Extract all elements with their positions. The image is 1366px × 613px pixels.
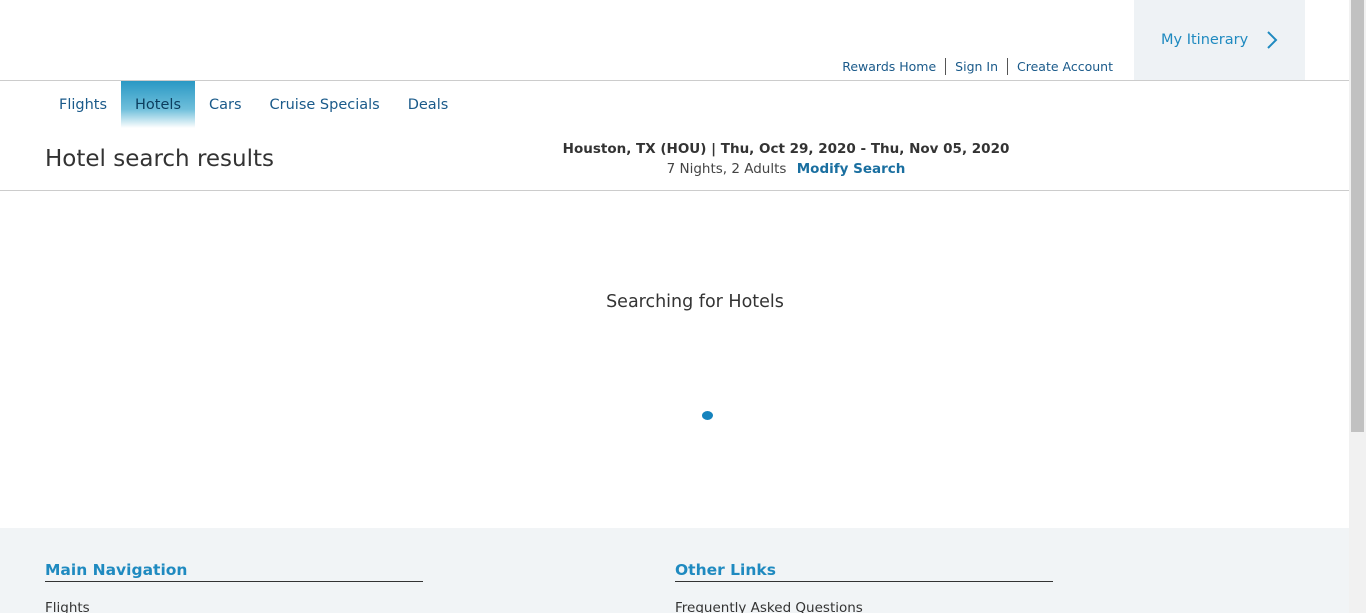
- tab-flights[interactable]: Flights: [45, 81, 121, 128]
- nights-adults-text: 7 Nights, 2 Adults: [666, 161, 787, 177]
- main-navigation-heading: Main Navigation: [45, 561, 423, 582]
- site-header: Rewards Home Sign In Create Account My I…: [0, 0, 1349, 81]
- footer-link-faq[interactable]: Frequently Asked Questions: [675, 600, 1053, 613]
- loading-spinner-icon: [702, 411, 713, 420]
- page-title: Hotel search results: [45, 146, 275, 172]
- chevron-right-icon: [1267, 31, 1278, 49]
- page: Rewards Home Sign In Create Account My I…: [0, 0, 1349, 613]
- footer-main-navigation: Main Navigation Flights: [45, 561, 423, 613]
- search-summary: Houston, TX (HOU) | Thu, Oct 29, 2020 - …: [470, 140, 1102, 180]
- utility-links: Rewards Home Sign In Create Account: [842, 58, 1113, 75]
- footer-link-flights[interactable]: Flights: [45, 600, 423, 613]
- my-itinerary-button[interactable]: My Itinerary: [1134, 0, 1305, 80]
- sign-in-link[interactable]: Sign In: [945, 58, 1007, 75]
- loading-message: Searching for Hotels: [606, 292, 784, 312]
- footer-other-links: Other Links Frequently Asked Questions: [675, 561, 1053, 613]
- header-divider: [0, 190, 1349, 191]
- product-tabs: Flights Hotels Cars Cruise Specials Deal…: [45, 81, 462, 128]
- rewards-home-link[interactable]: Rewards Home: [842, 58, 945, 75]
- tab-cars[interactable]: Cars: [195, 81, 256, 128]
- other-links-heading: Other Links: [675, 561, 1053, 582]
- tab-hotels[interactable]: Hotels: [121, 81, 195, 128]
- create-account-link[interactable]: Create Account: [1007, 58, 1113, 75]
- page-scrollbar[interactable]: [1349, 0, 1366, 613]
- tab-deals[interactable]: Deals: [394, 81, 463, 128]
- search-location-dates: Houston, TX (HOU) | Thu, Oct 29, 2020 - …: [562, 141, 1010, 157]
- search-guests-row: 7 Nights, 2 Adults Modify Search: [470, 159, 1102, 180]
- site-footer: Main Navigation Flights Other Links Freq…: [0, 528, 1349, 613]
- modify-search-link[interactable]: Modify Search: [797, 161, 906, 177]
- scrollbar-thumb[interactable]: [1351, 0, 1364, 432]
- my-itinerary-label: My Itinerary: [1161, 32, 1249, 48]
- tab-cruise-specials[interactable]: Cruise Specials: [256, 81, 394, 128]
